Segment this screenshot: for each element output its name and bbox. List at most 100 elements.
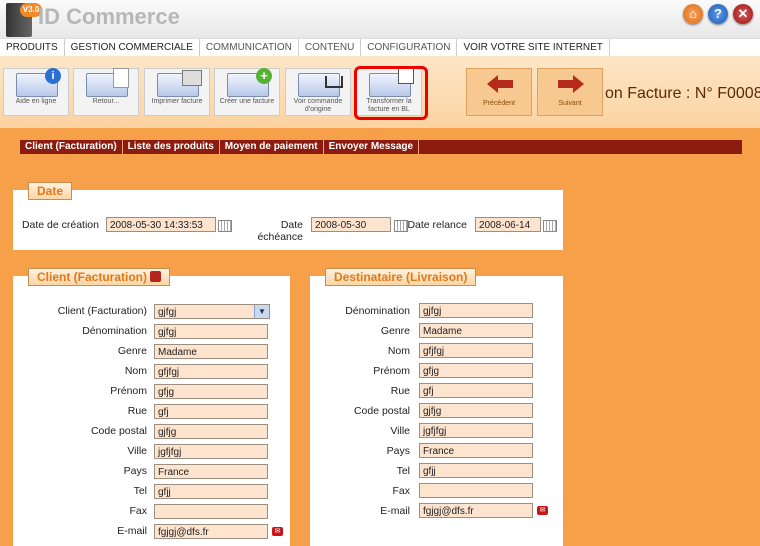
fax-label: Fax [129,505,147,517]
edit-icon [86,68,129,97]
back-button[interactable]: Retour... [73,68,139,116]
recipient-panel: Destinataire (Livraison) Dénomination gj… [310,268,563,546]
tab-liste-produits[interactable]: Liste des produits [123,140,220,154]
next-label: Suivant [558,100,582,107]
nom-input[interactable]: gfjfgj [154,364,268,379]
recipient-fax-input[interactable] [419,483,533,498]
calendar-icon[interactable] [218,220,232,232]
recipient-denomination-input[interactable]: gjfgj [419,303,533,318]
arrow-left-icon [487,75,513,93]
pays-input[interactable]: France [154,464,268,479]
email-icon[interactable]: ✉ [537,506,548,515]
prenom-input[interactable]: gfjg [154,384,268,399]
due-date-input[interactable]: 2008-05-30 [311,217,391,232]
client-legend: Client (Facturation) [28,268,171,286]
highlight-box [354,66,428,120]
recipient-fax-label: Fax [392,485,410,497]
previous-button[interactable]: Précédent [466,68,532,116]
code-postal-input[interactable]: gjfjg [154,424,268,439]
recipient-denomination-label: Dénomination [345,305,410,317]
help-icon[interactable]: ? [708,4,728,24]
tab-bar: Client (Facturation) Liste des produits Mo… [20,140,742,154]
back-label: Retour... [92,98,120,105]
recipient-tel-label: Tel [396,465,410,477]
recipient-rue-label: Rue [390,385,410,397]
recipient-nom-input[interactable]: gfjfgj [419,343,533,358]
tel-label: Tel [133,485,147,497]
code-postal-label: Code postal [90,425,147,437]
recipient-code-postal-label: Code postal [353,405,410,417]
next-button[interactable]: Suivant [537,68,603,116]
help-info-icon: i [16,68,61,97]
tel-input[interactable]: gfjj [154,484,268,499]
creation-date-input[interactable]: 2008-05-30 14:33:53 [106,217,216,232]
cart-icon [298,73,343,97]
menu-contenu[interactable]: CONTENU [299,39,362,56]
printer-icon [157,70,202,97]
recipient-pays-input[interactable]: France [419,443,533,458]
main-menu: PRODUITS GESTION COMMERCIALE COMMUNICATION… [0,38,760,57]
view-order-label: Voir commande d'origine [293,98,343,113]
recipient-prenom-input[interactable]: gfjg [419,363,533,378]
genre-label: Genre [117,345,147,357]
menu-voir-site[interactable]: VOIR VOTRE SITE INTERNET [457,39,610,56]
recipient-email-label: E-mail [380,505,410,517]
help-online-label: Aide en ligne [15,98,57,105]
tab-client-facturation[interactable]: Client (Facturation) [20,140,123,154]
home-icon[interactable]: ⌂ [683,4,703,24]
recipient-code-postal-input[interactable]: gjfjg [419,403,533,418]
reminder-date-input[interactable]: 2008-06-14 [475,217,541,232]
date-panel: Date Date de création 2008-05-30 14:33:5… [13,182,563,250]
email-input[interactable]: fgjgj@dfs.fr [154,524,268,539]
print-invoice-button[interactable]: Imprimer facture [144,68,210,116]
menu-gestion-commerciale[interactable]: GESTION COMMERCIALE [65,39,200,56]
reminder-date-label: Date relance [407,219,467,231]
due-date-label: Date échéance [257,219,303,243]
denomination-input[interactable]: gjfgj [154,324,268,339]
client-select[interactable]: gjfgj ▼ [154,304,270,319]
ville-input[interactable]: jgfjfgj [154,444,268,459]
genre-input[interactable]: Madame [154,344,268,359]
add-icon: + [227,68,272,97]
client-select-value: gjfgj [158,307,177,318]
calendar-icon[interactable] [543,220,557,232]
recipient-nom-label: Nom [387,345,410,357]
tab-moyen-paiement[interactable]: Moyen de paiement [220,140,324,154]
recipient-pays-label: Pays [386,445,410,457]
recipient-genre-input[interactable]: Madame [419,323,533,338]
view-order-button[interactable]: Voir commande d'origine [285,68,351,116]
recipient-prenom-label: Prénom [373,365,410,377]
ville-label: Ville [127,445,147,457]
fax-input[interactable] [154,504,268,519]
close-icon[interactable]: ✕ [733,4,753,24]
previous-label: Précédent [483,100,515,107]
rue-input[interactable]: gfj [154,404,268,419]
print-invoice-label: Imprimer facture [151,98,203,105]
rue-label: Rue [127,405,147,417]
menu-configuration[interactable]: CONFIGURATION [361,39,458,56]
logo-icon: V3.0 [6,3,42,37]
prenom-label: Prénom [110,385,147,397]
calendar-icon[interactable] [394,220,408,232]
recipient-ville-input[interactable]: jgfjfgj [419,423,533,438]
brand-name: ID Commerce [38,4,180,29]
client-legend-text: Client (Facturation) [37,270,147,284]
recipient-ville-label: Ville [390,425,410,437]
user-icon [150,271,162,282]
top-header: V3.0 ID Commerce ⌂ ? ✕ [0,0,760,38]
recipient-rue-input[interactable]: gfj [419,383,533,398]
tab-envoyer-message[interactable]: Envoyer Message [324,140,420,154]
email-icon[interactable]: ✉ [272,527,283,536]
email-label: E-mail [117,525,147,537]
recipient-tel-input[interactable]: gfjj [419,463,533,478]
client-panel: Client (Facturation) Client (Facturation… [13,268,290,546]
pays-label: Pays [123,465,147,477]
chevron-down-icon[interactable]: ▼ [254,305,269,318]
recipient-legend: Destinataire (Livraison) [325,268,477,286]
create-invoice-button[interactable]: + Créer une facture [214,68,280,116]
recipient-email-input[interactable]: fgjgj@dfs.fr [419,503,533,518]
menu-produits[interactable]: PRODUITS [0,39,65,56]
menu-communication[interactable]: COMMUNICATION [200,39,299,56]
creation-date-label: Date de création [21,219,99,231]
help-online-button[interactable]: i Aide en ligne [3,68,69,116]
